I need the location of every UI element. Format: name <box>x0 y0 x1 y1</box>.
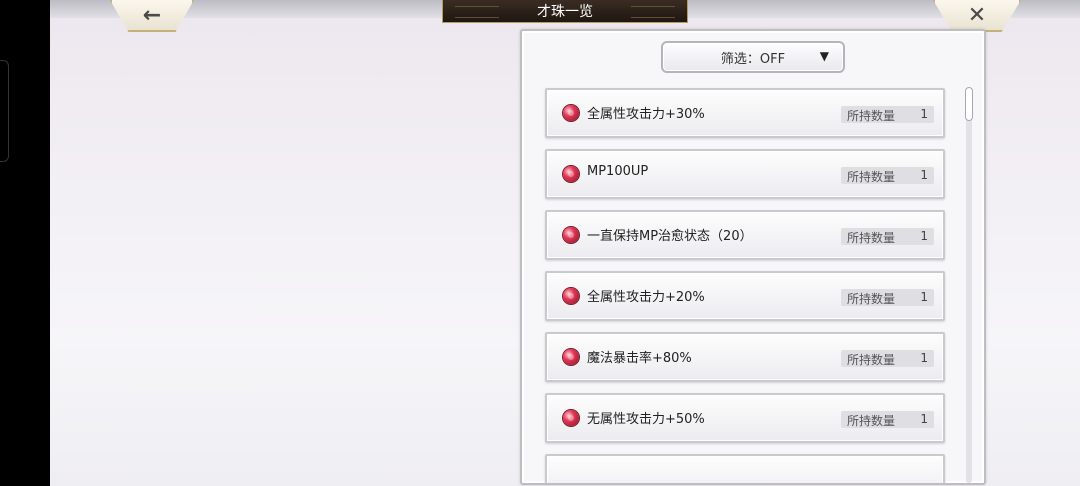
list-item[interactable]: 一直保持MP治愈状态（20） 所持数量 1 <box>545 210 945 260</box>
count-value: 1 <box>920 412 928 426</box>
item-name: MP100UP <box>587 164 649 179</box>
gem-icon <box>563 410 579 426</box>
count-badge: 所持数量 1 <box>841 289 934 306</box>
list-item[interactable]: 全属性攻击力+30% 所持数量 1 <box>545 88 945 138</box>
item-name: 魔法暴击率+80% <box>587 351 692 366</box>
gem-list-panel: 筛选：OFF ▼ 全属性攻击力+30% 所持数量 1 MP100UP 所持数量 … <box>520 29 986 485</box>
count-value: 1 <box>920 107 928 121</box>
page-title-text: 才珠一览 <box>537 4 593 20</box>
count-badge: 所持数量 1 <box>841 167 934 184</box>
count-label: 所持数量 <box>847 109 896 123</box>
left-system-bar <box>0 0 50 486</box>
list-item-partial[interactable] <box>545 454 945 483</box>
count-label: 所持数量 <box>847 292 896 306</box>
count-label: 所持数量 <box>847 414 896 428</box>
list-item[interactable]: 魔法暴击率+80% 所持数量 1 <box>545 332 945 382</box>
gem-icon <box>563 349 579 365</box>
count-badge: 所持数量 1 <box>841 350 934 367</box>
close-icon: ✕ <box>967 2 987 28</box>
item-name: 全属性攻击力+20% <box>587 290 705 305</box>
list-item[interactable]: 无属性攻击力+50% 所持数量 1 <box>545 393 945 443</box>
scrollbar-thumb[interactable] <box>965 87 973 121</box>
count-badge: 所持数量 1 <box>841 411 934 428</box>
edge-handle <box>0 60 9 162</box>
count-badge: 所持数量 1 <box>841 106 934 123</box>
close-button[interactable]: ✕ <box>933 0 1021 32</box>
back-button[interactable]: ← <box>110 0 194 32</box>
list-item[interactable]: 全属性攻击力+20% 所持数量 1 <box>545 271 945 321</box>
list-item[interactable]: MP100UP 所持数量 1 <box>545 149 945 199</box>
scrollbar-track[interactable] <box>966 87 972 483</box>
gem-icon <box>563 288 579 304</box>
item-name: 一直保持MP治愈状态（20） <box>587 229 753 244</box>
filter-dropdown[interactable]: 筛选：OFF ▼ <box>661 41 845 73</box>
gem-icon <box>563 227 579 243</box>
count-badge: 所持数量 1 <box>841 228 934 245</box>
chevron-down-icon: ▼ <box>819 49 829 63</box>
count-value: 1 <box>920 290 928 304</box>
filter-label: 筛选：OFF <box>720 51 786 67</box>
item-name: 无属性攻击力+50% <box>587 412 705 427</box>
gem-icon <box>563 105 579 121</box>
app-stage: ← 才珠一览 ✕ 筛选：OFF ▼ 全属性攻击力+30% 所持数量 1 MP10… <box>50 0 1080 486</box>
count-value: 1 <box>920 229 928 243</box>
arrow-left-icon: ← <box>142 2 162 28</box>
gem-icon <box>563 166 579 182</box>
item-name: 全属性攻击力+30% <box>587 107 705 122</box>
count-value: 1 <box>920 351 928 365</box>
count-label: 所持数量 <box>847 353 896 367</box>
count-value: 1 <box>920 168 928 182</box>
page-title: 才珠一览 <box>442 0 688 23</box>
count-label: 所持数量 <box>847 170 896 184</box>
count-label: 所持数量 <box>847 231 896 245</box>
